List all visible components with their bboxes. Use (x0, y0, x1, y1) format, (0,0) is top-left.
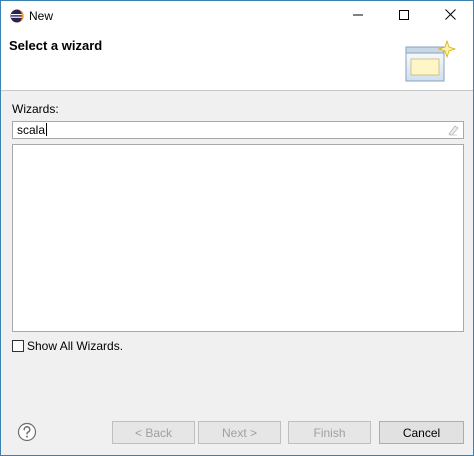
text-caret (46, 123, 48, 136)
page-title: Select a wizard (9, 38, 103, 53)
wizards-label: Wizards: (12, 102, 59, 116)
maximize-icon (399, 9, 409, 23)
show-all-checkbox[interactable] (12, 340, 24, 352)
wizard-tree[interactable] (12, 144, 464, 332)
filter-text: scala (17, 123, 46, 137)
window-title: New (29, 9, 54, 23)
new-wizard-dialog: New Select a wizard Wizards: scala Show … (0, 0, 474, 456)
finish-button[interactable]: Finish (288, 421, 371, 444)
back-button[interactable]: < Back (112, 421, 195, 444)
minimize-icon (353, 9, 363, 23)
cancel-button[interactable]: Cancel (379, 421, 464, 444)
close-icon (444, 9, 456, 23)
new-wizard-banner-icon (403, 39, 459, 87)
eclipse-icon (10, 9, 24, 23)
wizard-filter-input[interactable]: scala (12, 121, 464, 139)
title-bar: New (1, 1, 473, 31)
minimize-button[interactable] (335, 1, 381, 31)
close-button[interactable] (427, 1, 473, 31)
next-button[interactable]: Next > (198, 421, 281, 444)
show-all-label: Show All Wizards. (27, 339, 124, 353)
clear-filter-icon[interactable] (447, 124, 459, 136)
maximize-button[interactable] (381, 1, 427, 31)
show-all-wizards[interactable]: Show All Wizards. (12, 339, 123, 353)
help-icon[interactable] (17, 422, 37, 442)
wizard-banner: Select a wizard (1, 31, 473, 91)
